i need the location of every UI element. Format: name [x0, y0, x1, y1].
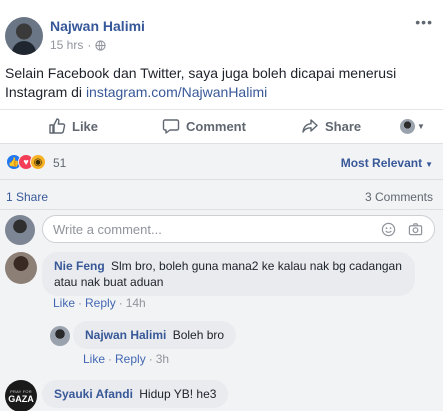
current-user-avatar — [5, 215, 35, 245]
comment-sort-dropdown[interactable]: Most Relevant ▼ — [341, 156, 433, 170]
reply-actions: Like · Reply · 3h — [83, 352, 169, 366]
like-label: Like — [72, 118, 99, 134]
composer-tools — [381, 222, 423, 237]
reply-like-link[interactable]: Like — [83, 352, 105, 366]
globe-icon[interactable] — [95, 39, 106, 51]
camera-icon[interactable] — [408, 222, 423, 237]
post-header: Najwan Halimi 15 hrs · ••• — [0, 0, 443, 60]
reply-item: Najwan Halimi Boleh bro Like · Reply · 3h — [50, 321, 440, 371]
share-arrow-icon — [302, 119, 318, 133]
share-label: Share — [325, 118, 362, 134]
comment-reply-link[interactable]: Reply — [85, 296, 116, 310]
comment-composer — [0, 209, 443, 245]
comment-count-link[interactable]: 3 Comments — [365, 190, 433, 204]
caret-down-icon: ▼ — [425, 160, 433, 169]
reaction-summary: 👍 ♥ ◉ 51 Most Relevant ▼ — [0, 143, 443, 179]
commenter-avatar[interactable] — [5, 252, 37, 284]
comment-label: Comment — [186, 118, 246, 134]
replier-avatar[interactable] — [50, 326, 70, 346]
comment-bubble: Nie Feng Slm bro, boleh guna mana2 ke ka… — [42, 252, 415, 296]
meta-separator: · — [87, 38, 92, 52]
separator-dot: · — [148, 352, 153, 366]
comment-text: Hidup YB! he3 — [139, 387, 217, 401]
comment-input[interactable] — [42, 215, 435, 243]
comment-actions: Like · Reply · 14h — [53, 296, 146, 310]
instagram-link[interactable]: instagram.com/NajwanHalimi — [86, 84, 267, 100]
caret-down-icon: ▼ — [417, 122, 425, 131]
post-text: Selain Facebook dan Twitter, saya juga b… — [5, 64, 441, 102]
commenter-name[interactable]: Syauki Afandi — [54, 387, 133, 401]
comments-area: 👍 ♥ ◉ 51 Most Relevant ▼ 1 Share 3 Commen… — [0, 143, 443, 411]
comment-text: Slm bro, boleh guna mana2 ke kalau nak b… — [54, 259, 402, 289]
post-time[interactable]: 15 hrs — [50, 38, 83, 52]
replier-name[interactable]: Najwan Halimi — [85, 328, 166, 342]
post-as-selector[interactable]: ▼ — [400, 119, 425, 134]
like-button[interactable]: Like — [48, 117, 98, 135]
share-count-link[interactable]: 1 Share — [6, 190, 48, 204]
action-bar: Like Comment Share ▼ — [0, 109, 443, 143]
reply-text: Boleh bro — [172, 328, 225, 342]
sort-label: Most Relevant — [340, 156, 423, 170]
user-avatar-icon — [400, 119, 415, 134]
commenter-avatar[interactable]: PRAY FOR GAZA — [5, 380, 37, 411]
author-avatar[interactable] — [5, 17, 43, 55]
stats-row: 1 Share 3 Comments — [0, 179, 443, 209]
comment-icon — [162, 119, 180, 134]
share-button[interactable]: Share — [301, 117, 361, 135]
separator-dot: · — [78, 296, 83, 310]
comment-button[interactable]: Comment — [162, 117, 246, 135]
separator-dot: · — [118, 296, 123, 310]
wow-reaction-icon: ◉ — [30, 154, 46, 170]
post-meta: 15 hrs · — [50, 38, 106, 52]
comment-like-link[interactable]: Like — [53, 296, 75, 310]
comment-time[interactable]: 14h — [126, 296, 146, 310]
comment-item: PRAY FOR GAZA Syauki Afandi Hidup YB! he… — [5, 380, 443, 411]
separator-dot: · — [108, 352, 113, 366]
thumbs-up-icon — [49, 118, 66, 134]
reply-bubble: Najwan Halimi Boleh bro — [73, 321, 237, 349]
reply-time[interactable]: 3h — [156, 352, 169, 366]
comment-item: Nie Feng Slm bro, boleh guna mana2 ke ka… — [5, 252, 443, 312]
more-options-icon[interactable]: ••• — [415, 14, 433, 30]
comment-bubble: Syauki Afandi Hidup YB! he3 — [42, 380, 229, 408]
reaction-count[interactable]: 51 — [53, 156, 66, 170]
avatar-caption-main: GAZA — [8, 393, 34, 404]
reply-reply-link[interactable]: Reply — [115, 352, 146, 366]
commenter-name[interactable]: Nie Feng — [54, 259, 105, 273]
reaction-icons[interactable]: 👍 ♥ ◉ — [6, 154, 46, 170]
emoji-icon[interactable] — [381, 222, 396, 237]
author-name[interactable]: Najwan Halimi — [50, 18, 145, 34]
